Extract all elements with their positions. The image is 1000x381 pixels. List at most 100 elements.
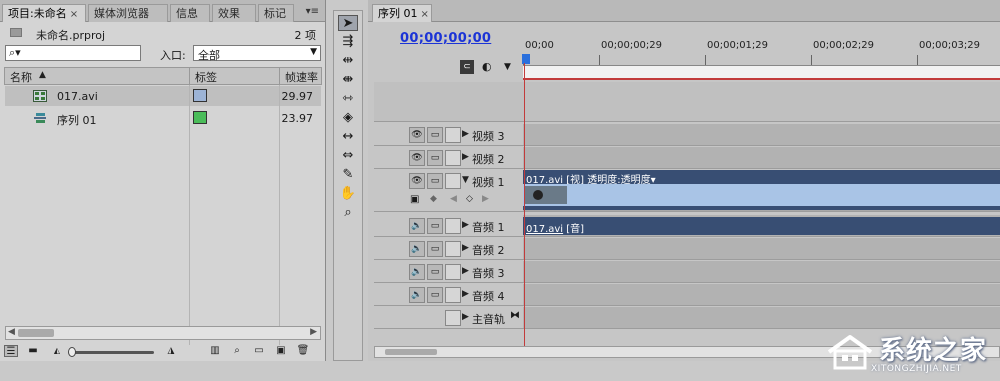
- prev-keyframe-icon[interactable]: ◀: [450, 194, 457, 204]
- track-lock-toggle[interactable]: [445, 264, 461, 280]
- track-lock-toggle[interactable]: [445, 173, 461, 189]
- speaker-icon[interactable]: 🔈: [409, 264, 425, 280]
- tab-effects[interactable]: 效果: [212, 4, 256, 22]
- track-lock-toggle[interactable]: [445, 287, 461, 303]
- chevron-right-icon[interactable]: ▶: [462, 152, 469, 162]
- zoom-slider-thumb[interactable]: [68, 347, 76, 357]
- sync-lock-icon[interactable]: ▭: [427, 173, 443, 189]
- scroll-thumb[interactable]: [385, 349, 437, 355]
- tab-media-browser[interactable]: 媒体浏览器: [88, 4, 168, 22]
- eye-icon[interactable]: 👁: [409, 173, 425, 189]
- zoom-slider-track[interactable]: [70, 351, 154, 354]
- sync-lock-icon[interactable]: ▭: [427, 287, 443, 303]
- column-label[interactable]: 标签: [195, 69, 217, 85]
- new-bin-icon[interactable]: ▭: [252, 345, 266, 357]
- zoom-in-icon[interactable]: ◮: [164, 345, 178, 357]
- track-lane[interactable]: 017.avi [音]: [523, 215, 1000, 237]
- chevron-right-icon[interactable]: ▶: [462, 312, 469, 322]
- close-icon[interactable]: ×: [70, 9, 78, 20]
- automate-to-sequence-icon[interactable]: ▥: [208, 345, 222, 357]
- display-style-icon[interactable]: ▣: [410, 194, 419, 205]
- label-color-swatch[interactable]: [193, 89, 207, 102]
- new-item-icon[interactable]: ▣: [274, 345, 288, 357]
- speaker-icon[interactable]: 🔈: [409, 287, 425, 303]
- clip-opacity-area[interactable]: [523, 184, 1000, 206]
- keyframe-icon[interactable]: ◆: [430, 194, 437, 204]
- search-input[interactable]: ⌕▾: [5, 45, 141, 61]
- chevron-down-icon[interactable]: ▼: [462, 175, 469, 185]
- audio-clip[interactable]: 017.avi [音]: [523, 217, 1000, 235]
- track-lock-toggle[interactable]: [445, 241, 461, 257]
- sync-lock-icon[interactable]: ▭: [427, 150, 443, 166]
- eye-icon[interactable]: 👁: [409, 150, 425, 166]
- track-lane[interactable]: 017.avi [视] 透明度:透明度▾: [523, 170, 1000, 212]
- find-icon[interactable]: ⌕: [230, 345, 244, 357]
- work-area-bar[interactable]: [523, 66, 1000, 80]
- scroll-thumb[interactable]: [18, 329, 54, 337]
- track-lane[interactable]: [523, 284, 1000, 306]
- scroll-right-icon[interactable]: ▶: [310, 327, 317, 337]
- pen-tool-icon[interactable]: ✎: [338, 167, 358, 183]
- sort-ascending-icon[interactable]: ▲: [39, 70, 46, 80]
- list-item[interactable]: 017.avi 29.97: [5, 86, 321, 106]
- sync-lock-icon[interactable]: ▭: [427, 264, 443, 280]
- zoom-tool-icon[interactable]: ⌕: [338, 205, 358, 221]
- track-lock-toggle[interactable]: [445, 310, 461, 326]
- rolling-edit-tool-icon[interactable]: ⇼: [338, 72, 358, 88]
- track-lane[interactable]: [523, 124, 1000, 146]
- speaker-icon[interactable]: 🔈: [409, 218, 425, 234]
- slide-tool-icon[interactable]: ⇔: [338, 148, 358, 164]
- sync-lock-icon[interactable]: ▭: [427, 218, 443, 234]
- track-lane[interactable]: [523, 147, 1000, 169]
- track-lane[interactable]: [523, 238, 1000, 260]
- column-name[interactable]: 名称: [10, 69, 32, 85]
- track-lock-toggle[interactable]: [445, 127, 461, 143]
- trash-icon[interactable]: 🗑: [296, 345, 310, 357]
- panel-menu-icon[interactable]: ▾≡: [306, 6, 319, 17]
- label-color-swatch[interactable]: [193, 111, 207, 124]
- zoom-out-icon[interactable]: ◭: [50, 345, 64, 357]
- current-timecode[interactable]: 00;00;00;00: [400, 31, 491, 46]
- tab-sequence-01[interactable]: 序列 01 ×: [372, 4, 432, 22]
- chevron-right-icon[interactable]: ▶: [462, 220, 469, 230]
- razor-tool-icon[interactable]: ◈: [338, 110, 358, 126]
- column-fps[interactable]: 帧速率: [285, 69, 318, 85]
- chevron-right-icon[interactable]: ▶: [462, 243, 469, 253]
- tab-project[interactable]: 项目:未命名 ×: [2, 4, 86, 22]
- scroll-left-icon[interactable]: ◀: [8, 327, 15, 337]
- set-marker-icon[interactable]: ◐: [482, 60, 492, 73]
- rate-stretch-tool-icon[interactable]: ⇿: [338, 91, 358, 107]
- marker-icon[interactable]: ▼: [504, 62, 511, 72]
- ripple-edit-tool-icon[interactable]: ⇹: [338, 53, 358, 69]
- video-clip[interactable]: 017.avi [视] 透明度:透明度▾: [523, 170, 1000, 210]
- close-icon[interactable]: ×: [421, 9, 429, 20]
- list-view-icon[interactable]: ☰: [4, 345, 18, 357]
- sync-lock-icon[interactable]: ▭: [427, 241, 443, 257]
- time-ruler[interactable]: 00;00 00;00;00;29 00;00;01;29 00;00;02;2…: [523, 38, 1000, 66]
- eye-icon[interactable]: 👁: [409, 127, 425, 143]
- chevron-right-icon[interactable]: ▶: [462, 289, 469, 299]
- tab-markers[interactable]: 标记: [258, 4, 294, 22]
- track-lock-toggle[interactable]: [445, 150, 461, 166]
- selection-tool-icon[interactable]: ➤: [338, 15, 358, 31]
- list-item[interactable]: 序列 01 23.97: [5, 108, 321, 128]
- track-select-tool-icon[interactable]: ⇶: [338, 34, 358, 50]
- column-divider[interactable]: [279, 68, 280, 84]
- track-lock-toggle[interactable]: [445, 218, 461, 234]
- next-keyframe-icon[interactable]: ▶: [482, 194, 489, 204]
- add-keyframe-icon[interactable]: ◇: [466, 194, 473, 204]
- tab-info[interactable]: 信息: [170, 4, 210, 22]
- hand-tool-icon[interactable]: ✋: [338, 186, 358, 202]
- column-divider[interactable]: [189, 68, 190, 84]
- snap-icon[interactable]: ⊂: [460, 60, 474, 74]
- chevron-right-icon[interactable]: ▶: [462, 266, 469, 276]
- track-lane[interactable]: [523, 261, 1000, 283]
- project-horizontal-scrollbar[interactable]: ◀ ▶: [5, 326, 321, 340]
- icon-view-icon[interactable]: ▬: [26, 345, 40, 357]
- entry-select[interactable]: 全部 ▼: [193, 45, 321, 62]
- speaker-icon[interactable]: 🔈: [409, 241, 425, 257]
- slip-tool-icon[interactable]: ↔: [338, 129, 358, 145]
- sync-lock-icon[interactable]: ▭: [427, 127, 443, 143]
- track-lane[interactable]: [523, 307, 1000, 329]
- chevron-right-icon[interactable]: ▶: [462, 129, 469, 139]
